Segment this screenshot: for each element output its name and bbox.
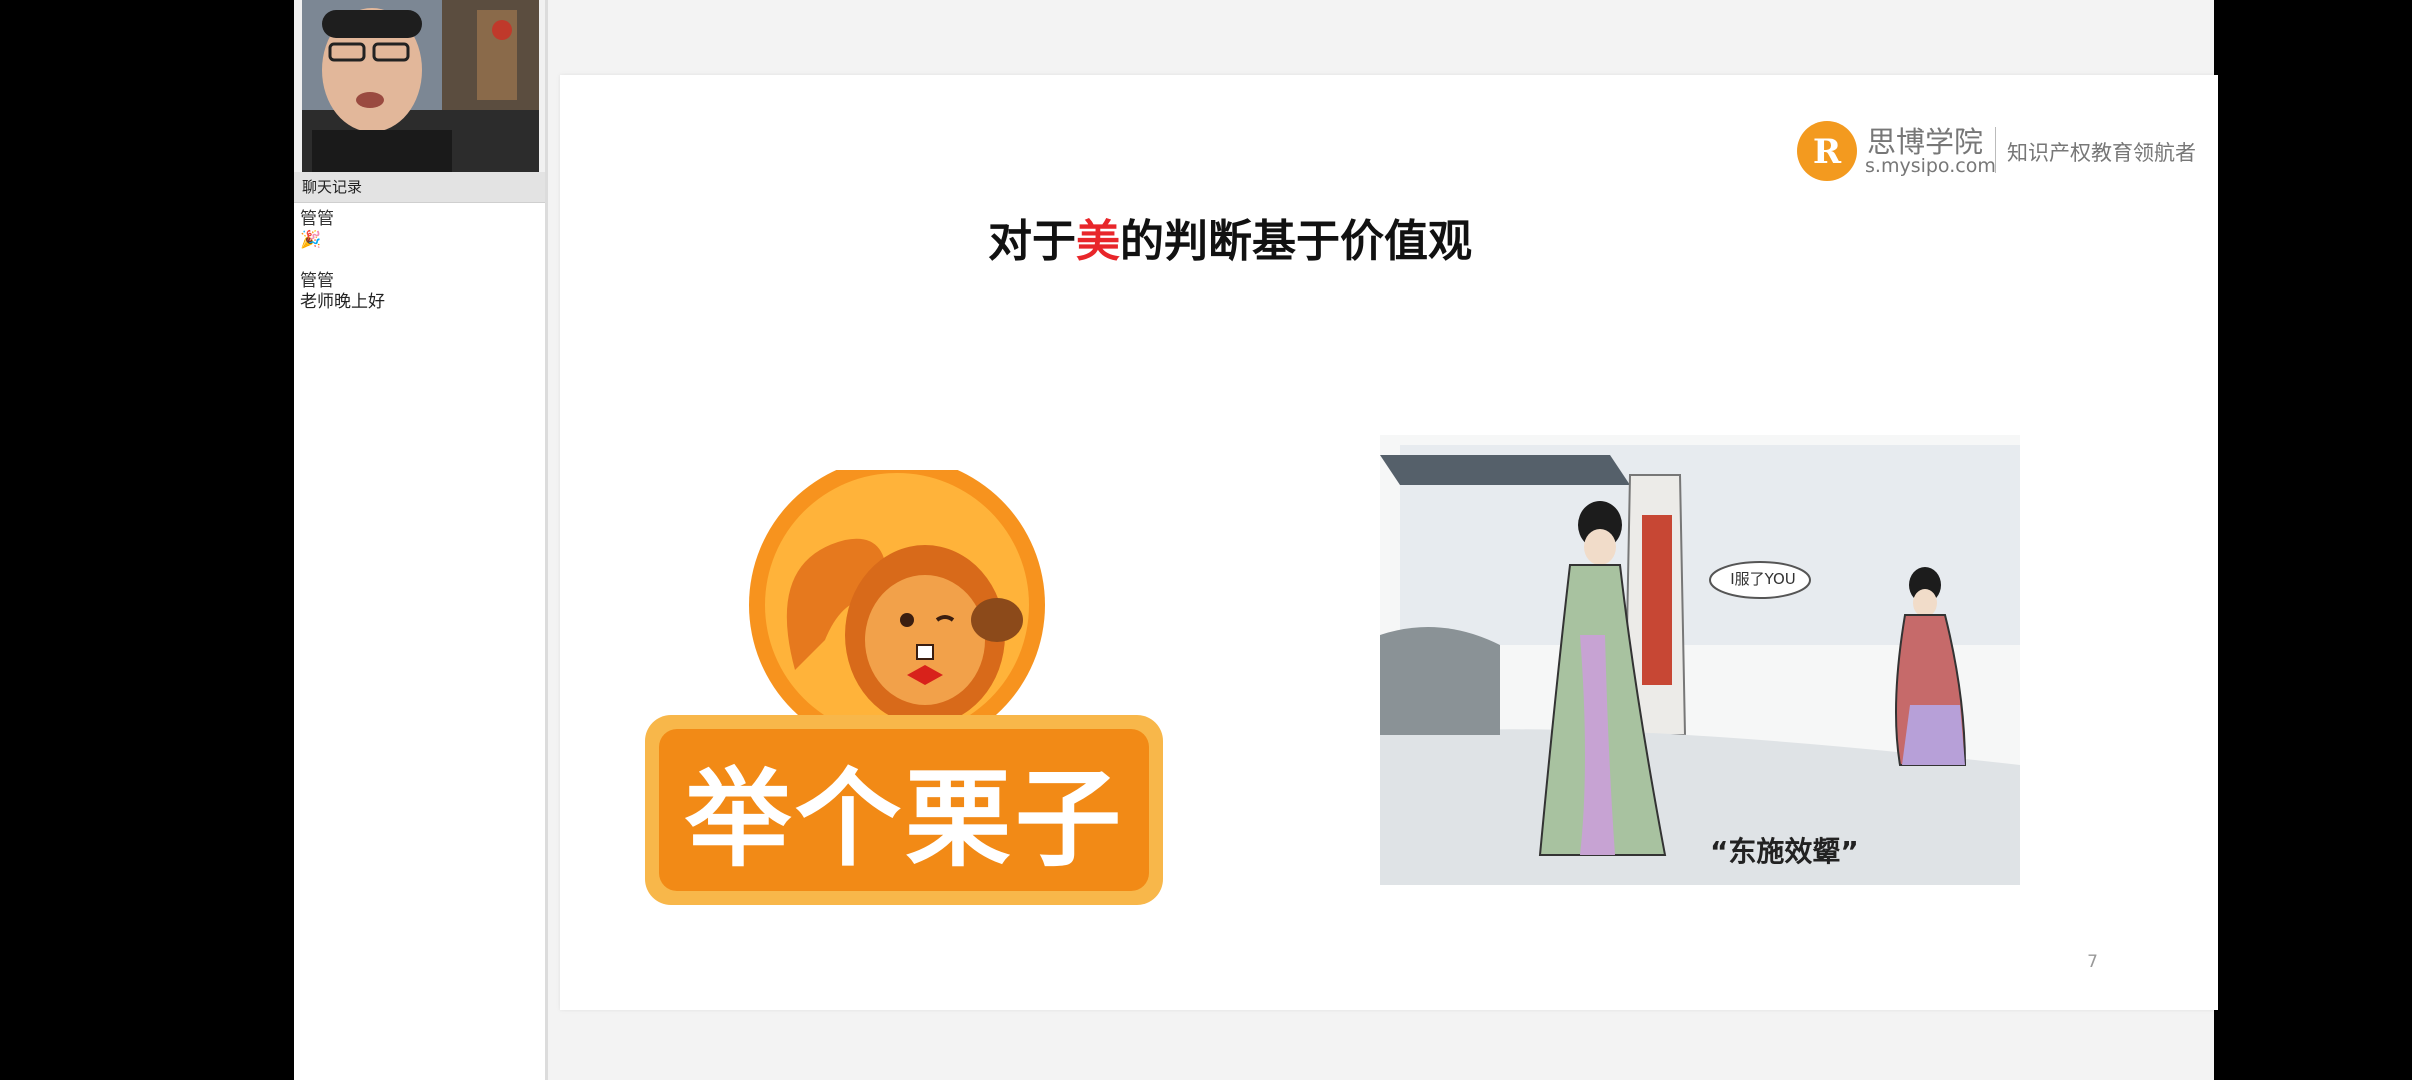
- webcam-video: [302, 0, 539, 172]
- speech-bubble-text: I服了YOU: [1730, 570, 1796, 588]
- chat-message-user: 管管: [300, 209, 334, 229]
- chat-header: 聊天记录: [294, 172, 545, 203]
- chat-message: 管管 老师晚上好: [294, 265, 545, 313]
- meeting-app: 聊天记录 管管 🎉 管管 老师晚上好 R 思博学院 s.mysipo.com 知…: [294, 0, 2218, 1080]
- slide: R 思博学院 s.mysipo.com 知识产权教育领航者 对于美的判断基于价值…: [560, 75, 2218, 1010]
- title-highlight: 美: [1076, 216, 1120, 267]
- chat-message: 管管 🎉: [294, 203, 545, 251]
- slide-page-number: 7: [2087, 952, 2098, 972]
- logo: R 思博学院 s.mysipo.com 知识产权教育领航者: [1795, 115, 2215, 185]
- sipo-logo-icon: R: [1797, 121, 1857, 181]
- logo-slogan: 知识产权教育领航者: [2007, 141, 2196, 165]
- presenter-video-frame: [302, 0, 539, 172]
- badge-text: 举个栗子: [685, 758, 1125, 881]
- svg-text:R: R: [1813, 132, 1842, 172]
- logo-divider: [1995, 127, 1996, 173]
- logo-url: s.mysipo.com: [1865, 155, 1996, 177]
- presentation-stage: R 思博学院 s.mysipo.com 知识产权教育领航者 对于美的判断基于价值…: [548, 0, 2218, 1080]
- chat-message-text: 🎉: [300, 230, 322, 250]
- dongshi-cartoon-image: [1380, 435, 2020, 885]
- title-part: 的判断基于价值观: [1120, 216, 1472, 267]
- cartoon-illustration: I服了YOU “东施效颦”: [1380, 435, 2020, 885]
- chat-message-user: 管管: [300, 271, 334, 291]
- cartoon-caption: “东施效颦”: [1710, 835, 1859, 868]
- slide-title: 对于美的判断基于价值观: [960, 205, 1500, 269]
- example-badge: 举个栗子: [645, 470, 1165, 915]
- chat-message-text: 老师晚上好: [300, 292, 385, 312]
- chat-panel: 聊天记录 管管 🎉 管管 老师晚上好: [294, 172, 545, 1080]
- title-part: 对于: [988, 216, 1076, 267]
